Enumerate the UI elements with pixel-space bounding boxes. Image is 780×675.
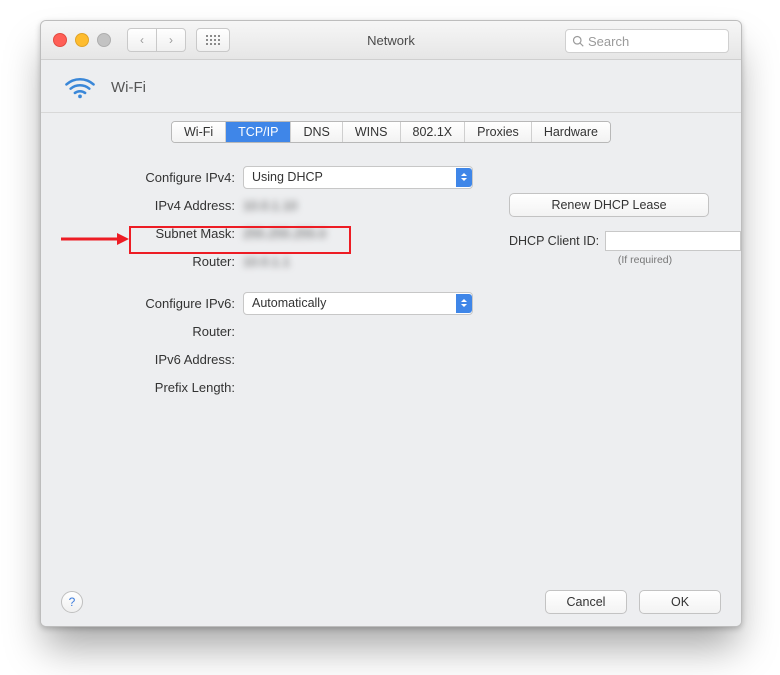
configure-ipv4-value: Using DHCP <box>252 170 323 184</box>
show-all-button[interactable] <box>196 28 230 52</box>
wifi-icon <box>63 74 97 100</box>
configure-ipv6-label: Configure IPv6: <box>67 296 243 311</box>
tab-wifi[interactable]: Wi-Fi <box>172 122 226 142</box>
configure-ipv6-select[interactable]: Automatically <box>243 292 473 315</box>
renew-dhcp-lease-button[interactable]: Renew DHCP Lease <box>509 193 709 217</box>
tab-tcpip[interactable]: TCP/IP <box>226 122 291 142</box>
router-value: 10.0.1.1 <box>243 254 421 269</box>
forward-button[interactable]: › <box>157 28 186 52</box>
router-v6-label: Router: <box>67 324 243 339</box>
ok-button[interactable]: OK <box>639 590 721 614</box>
dhcp-client-id-field[interactable] <box>605 231 741 251</box>
close-window-button[interactable] <box>53 33 67 47</box>
tab-proxies[interactable]: Proxies <box>465 122 532 142</box>
search-field[interactable]: Search <box>565 29 729 53</box>
select-stepper-icon <box>456 168 472 187</box>
zoom-window-button[interactable] <box>97 33 111 47</box>
chevron-right-icon: › <box>169 33 173 47</box>
subnet-mask-label: Subnet Mask: <box>67 226 243 241</box>
window-controls <box>53 33 111 47</box>
search-icon <box>572 35 584 47</box>
prefix-length-label: Prefix Length: <box>67 380 243 395</box>
network-preferences-window: ‹ › Network Search <box>40 20 742 627</box>
select-stepper-icon <box>456 294 472 313</box>
tabs: Wi-Fi TCP/IP DNS WINS 802.1X Proxies Har… <box>171 121 611 143</box>
tab-8021x[interactable]: 802.1X <box>401 122 466 142</box>
help-button[interactable]: ? <box>61 591 83 613</box>
if-required-hint: (If required) <box>581 254 709 266</box>
grid-icon <box>206 35 220 45</box>
search-placeholder: Search <box>588 34 629 49</box>
chevron-left-icon: ‹ <box>140 33 144 47</box>
configure-ipv4-select[interactable]: Using DHCP <box>243 166 473 189</box>
subnet-mask-value: 255.255.255.0 <box>243 226 421 241</box>
minimize-window-button[interactable] <box>75 33 89 47</box>
interface-name: Wi-Fi <box>111 79 146 96</box>
ipv6-address-label: IPv6 Address: <box>67 352 243 367</box>
tab-dns[interactable]: DNS <box>291 122 342 142</box>
ipv4-address-label: IPv4 Address: <box>67 198 243 213</box>
ipv4-address-value: 10.0.1.10 <box>243 198 421 213</box>
tab-wins[interactable]: WINS <box>343 122 401 142</box>
divider <box>41 112 741 113</box>
router-label: Router: <box>67 254 243 269</box>
back-forward-segment: ‹ › <box>127 28 186 52</box>
back-button[interactable]: ‹ <box>127 28 157 52</box>
cancel-button[interactable]: Cancel <box>545 590 627 614</box>
titlebar: ‹ › Network Search <box>41 21 741 60</box>
configure-ipv6-value: Automatically <box>252 296 326 310</box>
tab-hardware[interactable]: Hardware <box>532 122 610 142</box>
dhcp-client-id-label: DHCP Client ID: <box>509 234 599 248</box>
configure-ipv4-label: Configure IPv4: <box>67 170 243 185</box>
interface-header: Wi-Fi <box>41 60 741 112</box>
